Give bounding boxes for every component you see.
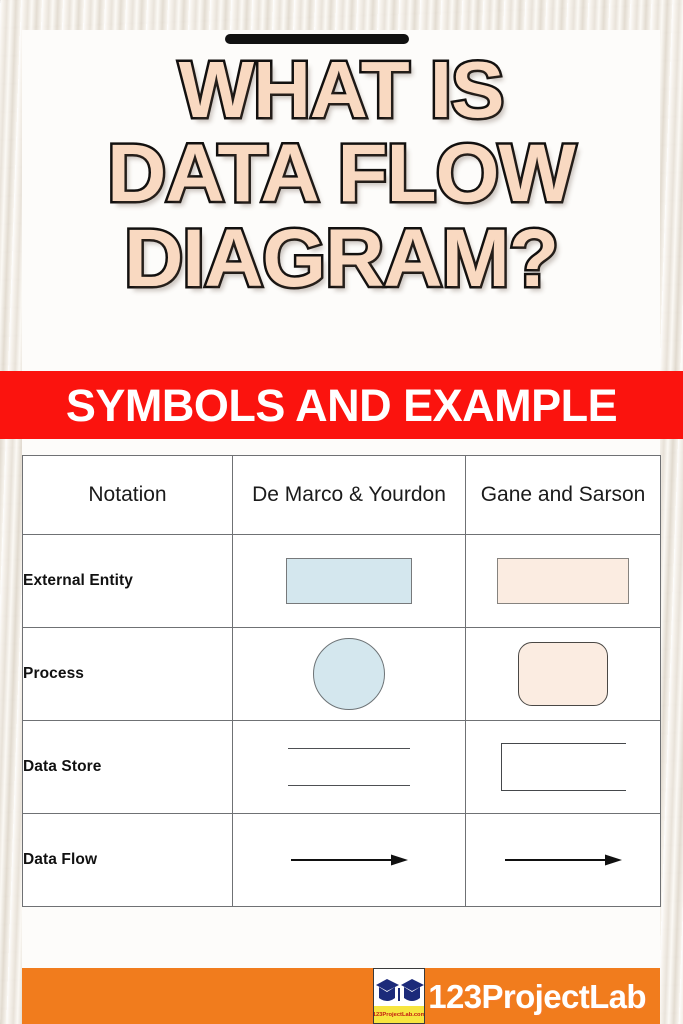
circle-icon xyxy=(313,638,385,710)
cell-demarco-external-entity xyxy=(232,534,466,628)
badge-caption-strip: 123ProjectLab.com xyxy=(373,1006,426,1023)
header-notation: Notation xyxy=(22,455,233,535)
hero-line-1: WHAT IS xyxy=(176,45,507,134)
cell-gane-external-entity xyxy=(465,534,661,628)
hero-title: WHAT IS DATA FLOW DIAGRAM? xyxy=(22,45,660,304)
table-row-data-store: Data Store xyxy=(22,720,661,814)
header-demarco-yourdon: De Marco & Yourdon xyxy=(232,455,466,535)
open-rectangle-icon xyxy=(500,743,626,791)
arrow-right-icon xyxy=(291,854,408,866)
notation-table: Notation De Marco & Yourdon Gane and Sar… xyxy=(22,455,661,907)
rectangle-icon xyxy=(497,558,629,604)
cell-demarco-process xyxy=(232,627,466,721)
footer-bar: 123ProjectLab.com 123ProjectLab xyxy=(22,968,660,1024)
graduation-cap-icon xyxy=(376,979,425,1001)
cell-gane-process xyxy=(465,627,661,721)
badge-caption-text: 123ProjectLab.com xyxy=(373,1011,426,1018)
parallel-lines-icon xyxy=(288,746,410,788)
table-row-data-flow: Data Flow xyxy=(22,813,661,907)
row-label-process: Process xyxy=(22,627,233,721)
subtitle-banner: SYMBOLS AND EXAMPLE xyxy=(0,371,683,439)
cell-demarco-data-flow xyxy=(232,813,466,907)
brand-wordmark: 123ProjectLab xyxy=(428,977,646,1015)
rectangle-icon xyxy=(286,558,412,604)
subtitle-banner-text: SYMBOLS AND EXAMPLE xyxy=(65,379,618,431)
row-label-external-entity: External Entity xyxy=(22,534,233,628)
table-header-row: Notation De Marco & Yourdon Gane and Sar… xyxy=(22,455,661,535)
cell-gane-data-store xyxy=(465,720,661,814)
title-top-rule xyxy=(225,34,409,44)
row-label-data-flow: Data Flow xyxy=(22,813,233,907)
table-row-process: Process xyxy=(22,627,661,721)
row-label-data-store: Data Store xyxy=(22,720,233,814)
cell-demarco-data-store xyxy=(232,720,466,814)
arrow-right-icon xyxy=(505,854,622,866)
header-gane-sarson: Gane and Sarson xyxy=(465,455,661,535)
cell-gane-data-flow xyxy=(465,813,661,907)
table-row-external-entity: External Entity xyxy=(22,534,661,628)
rounded-rectangle-icon xyxy=(518,642,608,706)
hero-line-3: DIAGRAM? xyxy=(122,212,562,304)
brand-logo-badge: 123ProjectLab.com xyxy=(373,968,426,1024)
hero-line-2: DATA FLOW xyxy=(105,127,579,219)
